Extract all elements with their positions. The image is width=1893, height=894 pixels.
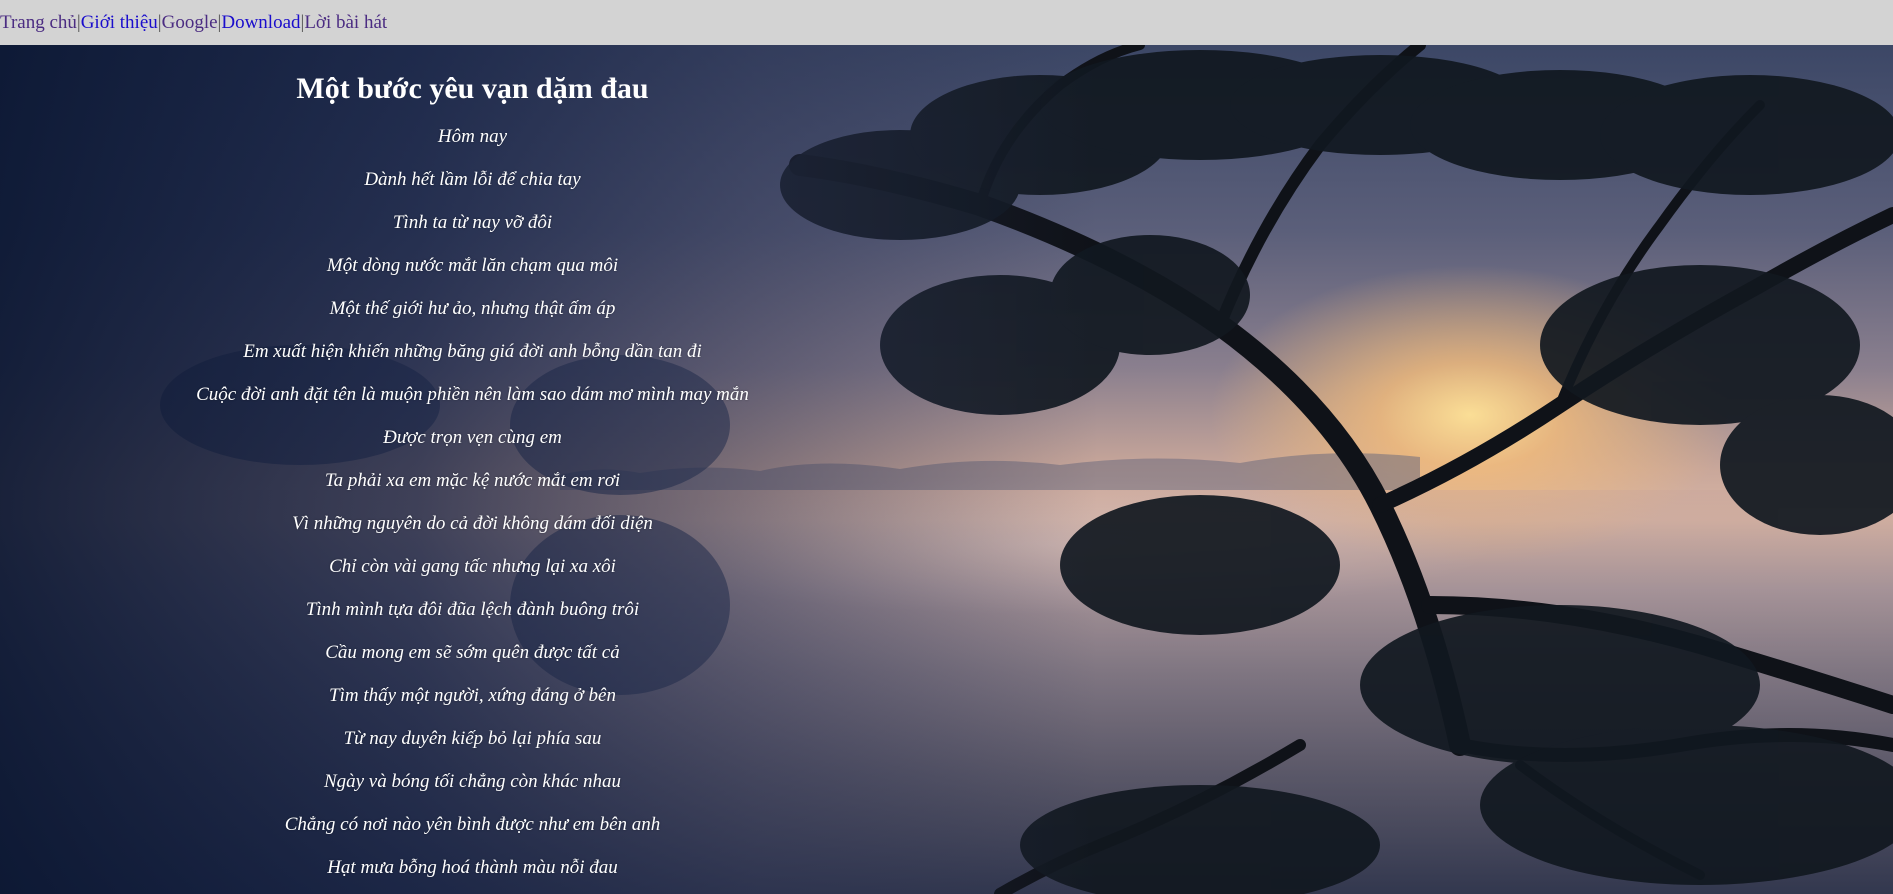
- song-title: Một bước yêu vạn dặm đau: [296, 72, 649, 105]
- lyrics-panel: Một bước yêu vạn dặm đau Hôm nay Dành hế…: [100, 45, 845, 878]
- lyric-line: Ngày và bóng tối chẳng còn khác nhau: [323, 771, 622, 792]
- lyric-line: Dành hết lầm lỗi để chia tay: [364, 169, 581, 190]
- nav-link-google[interactable]: Google: [162, 12, 218, 34]
- top-nav-bar: Trang chủ | Giới thiệu | Google | Download | Lời…: [0, 0, 1893, 45]
- nav-link-download[interactable]: Download: [221, 12, 300, 34]
- lyric-line: Chỉ còn vài gang tấc nhưng lại xa xôi: [329, 556, 616, 577]
- lyric-line: Hạt mưa bỗng hoá thành màu nỗi đau: [327, 857, 618, 878]
- lyric-line: Cuộc đời anh đặt tên là muộn phiền nên l…: [196, 384, 749, 405]
- lyric-line: Cầu mong em sẽ sớm quên được tất cả: [325, 642, 620, 663]
- lyric-line: Một dòng nước mắt lăn chạm qua môi: [326, 255, 619, 276]
- lyric-line: Tình mình tựa đôi đũa lệch đành buông tr…: [305, 599, 640, 620]
- nav-link-home[interactable]: Trang chủ: [0, 12, 77, 34]
- lyric-line: Một thế giới hư ảo, nhưng thật ấm áp: [329, 298, 616, 319]
- lyric-line: Hôm nay: [437, 126, 508, 147]
- lyric-line: Vì những nguyên do cả đời không dám đối …: [292, 513, 653, 534]
- lyric-line: Chẳng có nơi nào yên bình được như em bê…: [284, 814, 661, 835]
- nav-link-lyrics[interactable]: Lời bài hát: [304, 12, 387, 34]
- nav-link-about[interactable]: Giới thiệu: [81, 12, 158, 34]
- lyric-line: Được trọn vẹn cùng em: [383, 427, 562, 448]
- lyric-line: Em xuất hiện khiến những băng giá đời an…: [243, 341, 702, 362]
- lyric-line: Tìm thấy một người, xứng đáng ở bên: [329, 685, 616, 706]
- lyric-line: Ta phải xa em mặc kệ nước mắt em rơi: [324, 470, 621, 491]
- lyric-line: Tình ta từ nay vỡ đôi: [392, 212, 553, 233]
- lyric-line: Từ nay duyên kiếp bỏ lại phía sau: [343, 728, 602, 749]
